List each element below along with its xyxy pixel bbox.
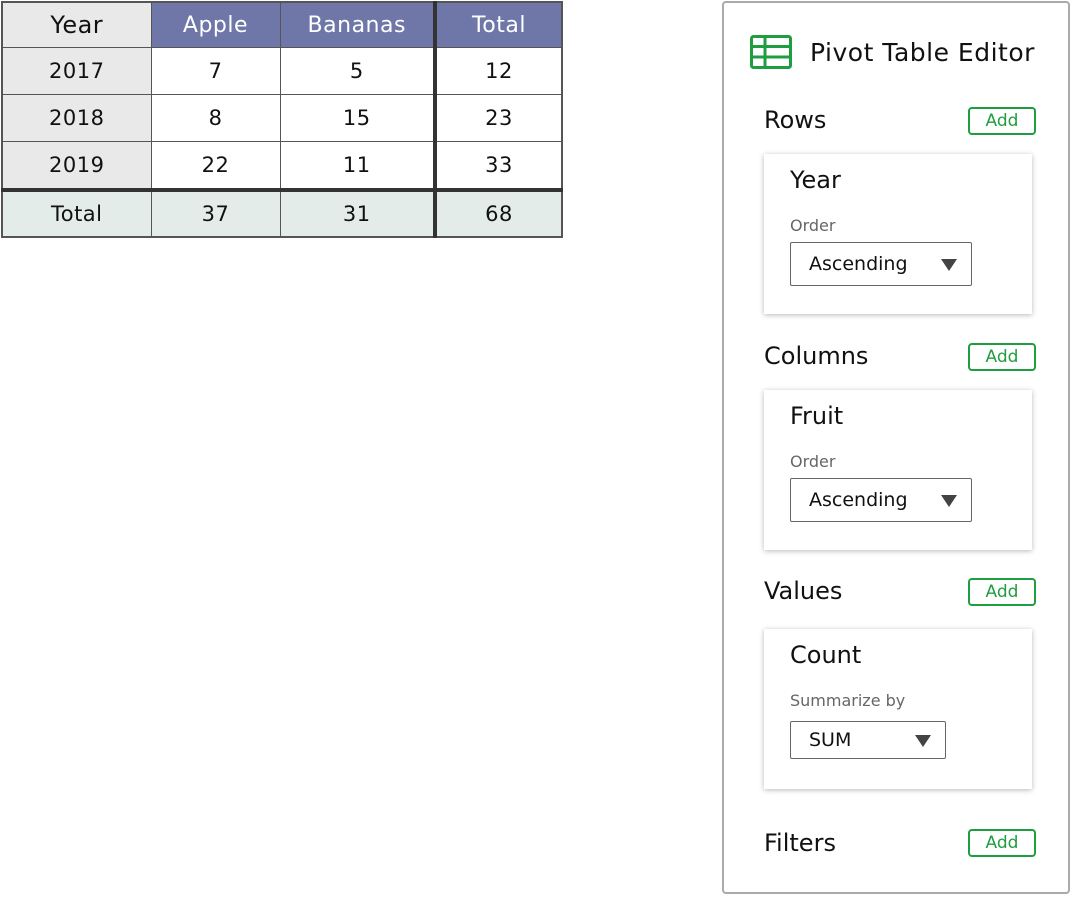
chevron-down-icon [941,259,957,271]
editor-title: Pivot Table Editor [810,37,1035,67]
total-value-cell[interactable]: 31 [279,188,436,238]
table-total-row: Total 37 31 68 [1,188,563,238]
add-row-button[interactable]: Add [968,107,1036,135]
header-apple-cell[interactable]: Apple [150,1,281,48]
total-value-cell[interactable]: 37 [150,188,281,238]
add-column-button[interactable]: Add [968,343,1036,371]
row-total-cell[interactable]: 33 [433,141,563,191]
header-total-cell[interactable]: Total [433,1,563,48]
pivot-table: Year Apple Bananas Total 2017 7 5 12 201… [1,1,563,238]
columns-section-label: Columns [764,342,869,370]
columns-order-label: Order [790,452,836,471]
summarize-by-value: SUM [809,729,852,751]
columns-field-card: Fruit Order Ascending [764,390,1032,550]
values-section-label: Values [764,577,843,605]
rows-field-card: Year Order Ascending [764,154,1032,314]
rows-order-label: Order [790,216,836,235]
rows-section-label: Rows [764,106,827,134]
summarize-by-label: Summarize by [790,691,906,710]
values-field-card: Count Summarize by SUM [764,629,1032,789]
table-row: 2018 8 15 23 [1,94,563,142]
grand-total-cell[interactable]: 68 [433,188,563,238]
add-value-button[interactable]: Add [968,578,1036,606]
total-label-cell[interactable]: Total [1,188,152,238]
rows-order-dropdown[interactable]: Ascending [790,242,972,286]
table-header-row: Year Apple Bananas Total [1,1,563,48]
header-year-cell[interactable]: Year [1,1,152,48]
rows-field-name: Year [790,166,841,194]
chevron-down-icon [941,495,957,507]
filters-section-label: Filters [764,829,836,857]
value-cell[interactable]: 15 [279,94,436,142]
row-label-cell[interactable]: 2018 [1,94,152,142]
value-cell[interactable]: 11 [279,141,436,191]
value-cell[interactable]: 5 [279,47,436,95]
value-cell[interactable]: 8 [150,94,281,142]
values-field-name: Count [790,641,862,669]
chevron-down-icon [915,735,931,747]
editor-header: Pivot Table Editor [750,35,1035,69]
columns-field-name: Fruit [790,402,844,430]
row-total-cell[interactable]: 12 [433,47,563,95]
table-row: 2017 7 5 12 [1,47,563,95]
value-cell[interactable]: 22 [150,141,281,191]
columns-order-value: Ascending [809,489,908,511]
table-row: 2019 22 11 33 [1,141,563,191]
columns-order-dropdown[interactable]: Ascending [790,478,972,522]
summarize-by-dropdown[interactable]: SUM [790,721,946,759]
value-cell[interactable]: 7 [150,47,281,95]
row-label-cell[interactable]: 2017 [1,47,152,95]
row-total-cell[interactable]: 23 [433,94,563,142]
add-filter-button[interactable]: Add [968,829,1036,857]
row-label-cell[interactable]: 2019 [1,141,152,191]
pivot-table-editor-panel: Pivot Table Editor Rows Add Year Order A… [722,1,1070,894]
rows-order-value: Ascending [809,253,908,275]
spreadsheet-icon [750,35,792,69]
header-bananas-cell[interactable]: Bananas [279,1,436,48]
